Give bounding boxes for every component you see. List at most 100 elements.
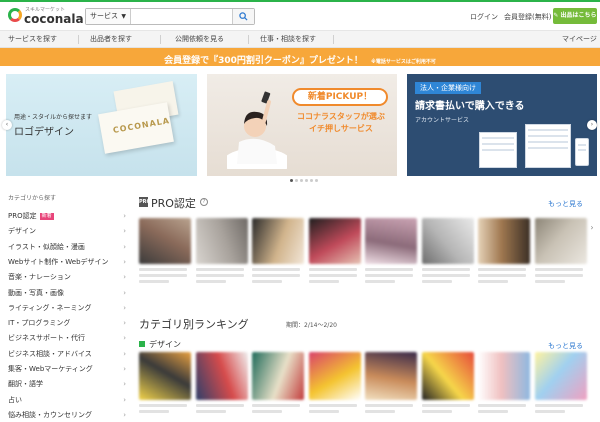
- slide-title: ロゴデザイン: [14, 127, 74, 138]
- sell-button-label: 出品はこちら: [560, 12, 597, 19]
- service-title-placeholder: [478, 404, 526, 407]
- service-thumbnail[interactable]: [195, 352, 248, 400]
- service-thumbnail[interactable]: [252, 352, 304, 400]
- nav-find-sellers[interactable]: 出品者を探す: [90, 31, 132, 48]
- nav-find-services[interactable]: サービスを探す: [8, 31, 57, 48]
- service-title-placeholder: [365, 280, 395, 283]
- search-category-label: サービス: [90, 12, 118, 20]
- page: スキルマーケット coconala サービス ▼ ログイン 会員登録(無料) ✎…: [0, 0, 600, 422]
- nav-find-jobs[interactable]: 仕事・相談を探す: [260, 31, 316, 48]
- search-button[interactable]: [232, 9, 254, 24]
- service-title-placeholder: [139, 410, 169, 413]
- carousel-slide-pickup[interactable]: 新着PICKUP！ ココナラスタッフが選ぶ イチ押しサービス: [207, 74, 397, 176]
- sidebar-item-label: ライティング・ネーミング: [8, 303, 92, 312]
- sidebar-item[interactable]: PRO認定 新着 ›: [8, 209, 126, 224]
- carousel-slide-corporate[interactable]: 法人・企業様向け 請求書払いで購入できる アカウントサービス: [407, 74, 597, 176]
- sidebar-item-label: 集客・Webマーケティング: [8, 365, 93, 373]
- pro-section-title: PRO認定: [151, 197, 196, 210]
- signup-link[interactable]: 会員登録(無料): [504, 12, 551, 22]
- sidebar-item[interactable]: 音楽・ナレーション ›: [8, 270, 126, 285]
- service-thumbnail[interactable]: [534, 218, 587, 264]
- service-title-placeholder: [534, 404, 583, 407]
- login-link[interactable]: ログイン: [470, 12, 498, 22]
- service-thumbnail[interactable]: [421, 218, 474, 264]
- service-title-placeholder: [478, 274, 526, 277]
- help-icon[interactable]: ?: [200, 198, 208, 206]
- carousel-dot[interactable]: [300, 179, 303, 182]
- promo-banner[interactable]: 会員登録で『300円割引クーポン』プレゼント！ ※電話サービスはご利用不可: [0, 48, 600, 66]
- nav-mypage[interactable]: マイページ: [562, 31, 597, 48]
- sidebar-item[interactable]: ビジネスサポート・代行 ›: [8, 331, 126, 346]
- sidebar-item[interactable]: 占い ›: [8, 393, 126, 408]
- service-title-placeholder: [421, 410, 452, 413]
- service-thumbnail[interactable]: [252, 218, 304, 264]
- service-thumbnail[interactable]: [534, 352, 587, 400]
- carousel-next-button[interactable]: ›: [587, 120, 597, 130]
- service-title-placeholder: [252, 280, 282, 283]
- sidebar-item[interactable]: 集客・Webマーケティング ›: [8, 362, 126, 377]
- service-thumbnail[interactable]: [139, 218, 191, 264]
- search-category-select[interactable]: サービス ▼: [86, 9, 131, 24]
- service-thumbnail[interactable]: [478, 218, 530, 264]
- service-title-placeholder: [534, 280, 565, 283]
- service-thumbnail[interactable]: [308, 218, 361, 264]
- service-title-placeholder: [365, 410, 395, 413]
- service-thumbnail[interactable]: [195, 218, 248, 264]
- sidebar-item[interactable]: イラスト・似顔絵・漫画 ›: [8, 240, 126, 255]
- sidebar-item-label: デザイン: [8, 227, 36, 236]
- sidebar-item[interactable]: ビジネス相談・アドバイス ›: [8, 347, 126, 362]
- nav-divider: [78, 35, 79, 44]
- sidebar-item-label: ビジネス相談・アドバイス: [8, 349, 92, 358]
- service-title-placeholder: [252, 404, 300, 407]
- chevron-right-icon[interactable]: ›: [586, 222, 598, 234]
- chevron-right-icon: ›: [123, 288, 126, 297]
- sell-button[interactable]: ✎ 出品はこちら: [553, 8, 597, 24]
- service-title-placeholder: [421, 404, 470, 407]
- chevron-right-icon: ›: [123, 410, 126, 419]
- pickup-badge: 新着PICKUP！: [292, 88, 388, 106]
- ranking-more-link[interactable]: もっと見る: [548, 341, 583, 351]
- nav-public-requests[interactable]: 公開依頼を見る: [175, 31, 224, 48]
- service-thumbnail[interactable]: [365, 218, 417, 264]
- carousel-prev-button[interactable]: ‹: [2, 120, 12, 130]
- coconala-logo[interactable]: スキルマーケット coconala: [8, 5, 84, 27]
- search-bar: サービス ▼: [85, 8, 255, 25]
- carousel-dot[interactable]: [295, 179, 298, 182]
- sidebar-item-label: Webサイト制作・Webデザイン: [8, 257, 109, 266]
- sidebar-item[interactable]: IT・プログラミング ›: [8, 316, 126, 331]
- carousel-slide-logo-design[interactable]: COCONALA 用途・スタイルから探せます ロゴデザイン: [6, 74, 197, 176]
- sidebar-item[interactable]: 悩み相談・カウンセリング ›: [8, 408, 126, 422]
- service-title-placeholder: [252, 410, 282, 413]
- sidebar-item[interactable]: 翻訳・語学 ›: [8, 377, 126, 392]
- search-input[interactable]: [132, 9, 232, 24]
- service-title-placeholder: [308, 280, 339, 283]
- service-title-placeholder: [252, 274, 300, 277]
- service-thumbnail[interactable]: [421, 352, 474, 400]
- service-title-placeholder: [252, 268, 300, 271]
- sidebar-item-label: 音楽・ナレーション: [8, 273, 71, 282]
- carousel-dot[interactable]: [310, 179, 313, 182]
- service-thumbnail[interactable]: [365, 352, 417, 400]
- carousel-dot[interactable]: [315, 179, 318, 182]
- service-title-placeholder: [421, 280, 452, 283]
- sidebar-item[interactable]: Webサイト制作・Webデザイン ›: [8, 255, 126, 270]
- ranking-period: 期間：2/14〜2/20: [286, 322, 337, 329]
- laptop-mockup: [479, 132, 517, 168]
- sidebar-item[interactable]: 動画・写真・画像 ›: [8, 286, 126, 301]
- service-thumbnail[interactable]: [139, 352, 191, 400]
- carousel-dot[interactable]: [305, 179, 308, 182]
- carousel-dot[interactable]: [290, 179, 293, 182]
- service-title-placeholder: [365, 274, 413, 277]
- service-title-placeholder: [195, 274, 244, 277]
- sidebar-item[interactable]: ライティング・ネーミング ›: [8, 301, 126, 316]
- service-title-placeholder: [478, 268, 526, 271]
- pro-more-link[interactable]: もっと見る: [548, 199, 583, 209]
- promo-note: ※電話サービスはご利用不可: [371, 59, 436, 65]
- sidebar-item[interactable]: デザイン ›: [8, 224, 126, 239]
- service-thumbnail[interactable]: [478, 352, 530, 400]
- chevron-left-icon: ‹: [5, 121, 9, 128]
- chevron-right-icon: ›: [123, 303, 126, 312]
- service-thumbnail[interactable]: [308, 352, 361, 400]
- sidebar-item-label: 悩み相談・カウンセリング: [8, 410, 92, 419]
- chevron-right-icon: ›: [123, 257, 126, 266]
